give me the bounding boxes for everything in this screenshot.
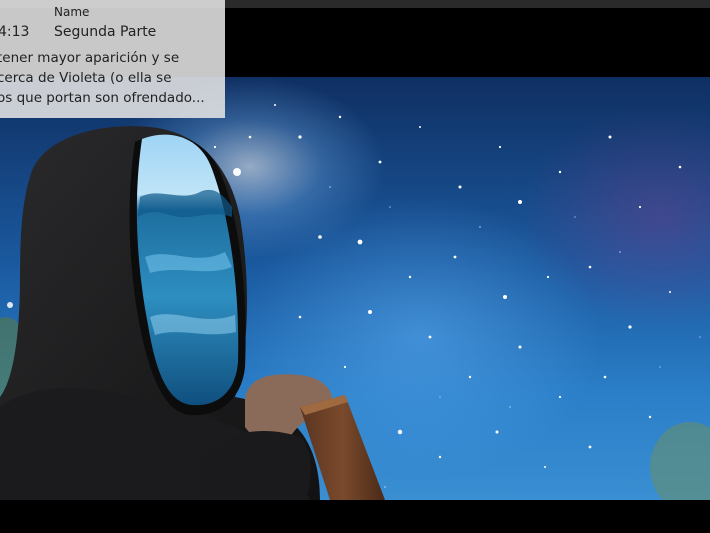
chapter-name[interactable]: Segunda Parte: [54, 24, 156, 40]
chapter-time[interactable]: 4:13: [0, 24, 29, 40]
bottom-bar: [0, 500, 710, 533]
description-line: os que portan son ofrendado...: [0, 90, 205, 106]
description-line: tener mayor aparición y se: [0, 50, 180, 66]
media-viewer[interactable]: [0, 77, 710, 500]
name-column-header: Name: [54, 5, 90, 19]
description-line: cerca de Violeta (o ella se: [0, 70, 172, 86]
chapter-description: tener mayor aparición y se cerca de Viol…: [0, 48, 225, 108]
info-overlay-panel: Name 4:13 Segunda Parte tener mayor apar…: [0, 0, 225, 118]
hooded-figure-illustration: [0, 126, 385, 500]
